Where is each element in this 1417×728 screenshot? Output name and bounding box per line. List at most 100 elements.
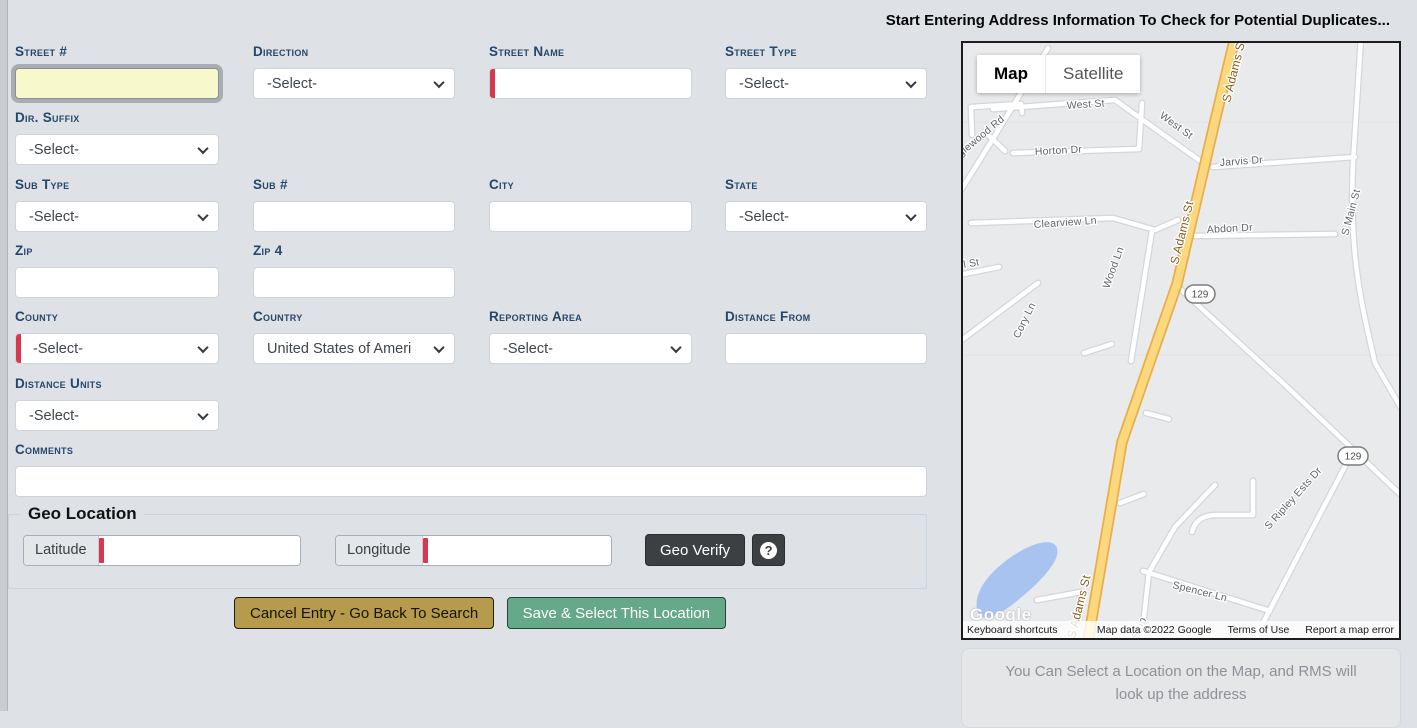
- field-comments: Comments: [15, 442, 927, 497]
- field-zip: Zip: [15, 243, 219, 298]
- sub-type-label: Sub Type: [15, 177, 219, 192]
- latitude-input[interactable]: [104, 536, 300, 565]
- zip-label: Zip: [15, 243, 219, 258]
- field-distance-units: Distance Units -Select-: [15, 376, 219, 431]
- action-button-row: Cancel Entry - Go Back To Search Save & …: [234, 597, 726, 629]
- chevron-down-icon: [197, 209, 208, 220]
- distance-units-select[interactable]: -Select-: [15, 400, 219, 431]
- question-mark-icon: ?: [760, 542, 777, 559]
- latitude-group: Latitude: [23, 535, 301, 566]
- distance-from-label: Distance From: [725, 309, 927, 324]
- reporting-area-select[interactable]: -Select-: [489, 333, 692, 364]
- longitude-group: Longitude: [335, 535, 612, 566]
- field-sub-type: Sub Type -Select-: [15, 177, 219, 232]
- street-label: Abdon Dr: [1207, 222, 1254, 236]
- duplicates-notice: Start Entering Address Information To Ch…: [886, 12, 1390, 29]
- direction-select-value: -Select-: [267, 76, 317, 92]
- map-type-satellite-button[interactable]: Satellite: [1046, 55, 1140, 93]
- street-number-input[interactable]: [15, 68, 219, 99]
- county-select[interactable]: -Select-: [15, 333, 219, 364]
- state-select-value: -Select-: [739, 209, 789, 225]
- chevron-down-icon: [197, 408, 208, 419]
- country-select[interactable]: United States of Ameri: [253, 333, 455, 364]
- reporting-area-label: Reporting Area: [489, 309, 692, 324]
- route-129-shield-text: 129: [1345, 452, 1362, 463]
- country-label: Country: [253, 309, 455, 324]
- map-panel[interactable]: 129129 West StWest Stglewood RdHorton Dr…: [961, 41, 1401, 640]
- save-select-location-button[interactable]: Save & Select This Location: [507, 597, 726, 629]
- geo-location-legend: Geo Location: [21, 504, 144, 524]
- field-country: Country United States of Ameri: [253, 309, 455, 364]
- field-distance-from: Distance From: [725, 309, 927, 364]
- city-input[interactable]: [489, 201, 692, 232]
- city-label: City: [489, 177, 692, 192]
- keyboard-shortcuts-link[interactable]: Keyboard shortcuts: [967, 624, 1057, 636]
- report-map-error-link[interactable]: Report a map error: [1305, 624, 1394, 636]
- chevron-down-icon: [197, 341, 208, 352]
- dir-suffix-select[interactable]: -Select-: [15, 134, 219, 165]
- distance-from-input[interactable]: [725, 333, 927, 364]
- field-street-number: Street #: [15, 44, 219, 99]
- state-select[interactable]: -Select-: [725, 201, 927, 232]
- dir-suffix-select-value: -Select-: [29, 142, 79, 158]
- field-street-type: Street Type -Select-: [725, 44, 927, 99]
- map-type-map-button[interactable]: Map: [977, 55, 1045, 93]
- chevron-down-icon: [905, 76, 916, 87]
- direction-label: Direction: [253, 44, 455, 59]
- zip-input[interactable]: [15, 267, 219, 298]
- field-dir-suffix: Dir. Suffix -Select-: [15, 110, 219, 165]
- comments-label: Comments: [15, 442, 927, 457]
- dir-suffix-label: Dir. Suffix: [15, 110, 219, 125]
- chevron-down-icon: [433, 76, 444, 87]
- map-canvas[interactable]: 129129 West StWest Stglewood RdHorton Dr…: [963, 43, 1399, 638]
- street-label: Horton Dr: [1035, 144, 1083, 158]
- field-direction: Direction -Select-: [253, 44, 455, 99]
- chevron-down-icon: [670, 341, 681, 352]
- longitude-label: Longitude: [336, 536, 423, 565]
- county-label: County: [15, 309, 219, 324]
- chevron-down-icon: [905, 209, 916, 220]
- longitude-input[interactable]: [428, 536, 611, 565]
- chevron-down-icon: [433, 341, 444, 352]
- field-sub-number: Sub #: [253, 177, 455, 232]
- distance-units-label: Distance Units: [15, 376, 219, 391]
- window-edge-strip: [0, 0, 8, 711]
- route-129-shield-text: 129: [1192, 290, 1209, 301]
- field-county: County -Select-: [15, 309, 219, 364]
- street-type-select[interactable]: -Select-: [725, 68, 927, 99]
- cancel-entry-button[interactable]: Cancel Entry - Go Back To Search: [234, 597, 494, 629]
- map-data-attribution: Map data ©2022 Google: [1097, 624, 1212, 636]
- sub-type-select[interactable]: -Select-: [15, 201, 219, 232]
- distance-units-select-value: -Select-: [29, 408, 79, 424]
- sub-number-label: Sub #: [253, 177, 455, 192]
- help-button[interactable]: ?: [752, 534, 785, 566]
- address-entry-page: { "header": { "duplicates_notice": "Star…: [0, 0, 1417, 711]
- chevron-down-icon: [197, 142, 208, 153]
- sub-type-select-value: -Select-: [29, 209, 79, 225]
- map-type-control: Map Satellite: [977, 55, 1140, 93]
- state-label: State: [725, 177, 927, 192]
- map-help-note: You Can Select a Location on the Map, an…: [961, 648, 1401, 728]
- zip4-label: Zip 4: [253, 243, 455, 258]
- direction-select[interactable]: -Select-: [253, 68, 455, 99]
- geo-location-row: Latitude Longitude Geo Verify ?: [23, 534, 926, 566]
- sub-number-input[interactable]: [253, 201, 455, 232]
- street-name-label: Street Name: [489, 44, 692, 59]
- comments-input[interactable]: [15, 466, 927, 497]
- field-reporting-area: Reporting Area -Select-: [489, 309, 692, 364]
- zip4-input[interactable]: [253, 267, 455, 298]
- street-number-label: Street #: [15, 44, 219, 59]
- geo-verify-button[interactable]: Geo Verify: [645, 534, 745, 566]
- latitude-label: Latitude: [24, 536, 99, 565]
- field-zip4: Zip 4: [253, 243, 455, 298]
- field-city: City: [489, 177, 692, 232]
- street-type-select-value: -Select-: [739, 76, 789, 92]
- street-name-input[interactable]: [489, 68, 692, 99]
- field-street-name: Street Name: [489, 44, 692, 99]
- terms-of-use-link[interactable]: Terms of Use: [1227, 624, 1289, 636]
- country-select-value: United States of Ameri: [267, 341, 411, 357]
- map-attribution-bar: Keyboard shortcuts Map data ©2022 Google…: [963, 621, 1399, 638]
- geo-location-fieldset: Geo Location Latitude Longitude Geo Veri…: [8, 504, 927, 589]
- field-state: State -Select-: [725, 177, 927, 232]
- county-select-value: -Select-: [33, 341, 83, 357]
